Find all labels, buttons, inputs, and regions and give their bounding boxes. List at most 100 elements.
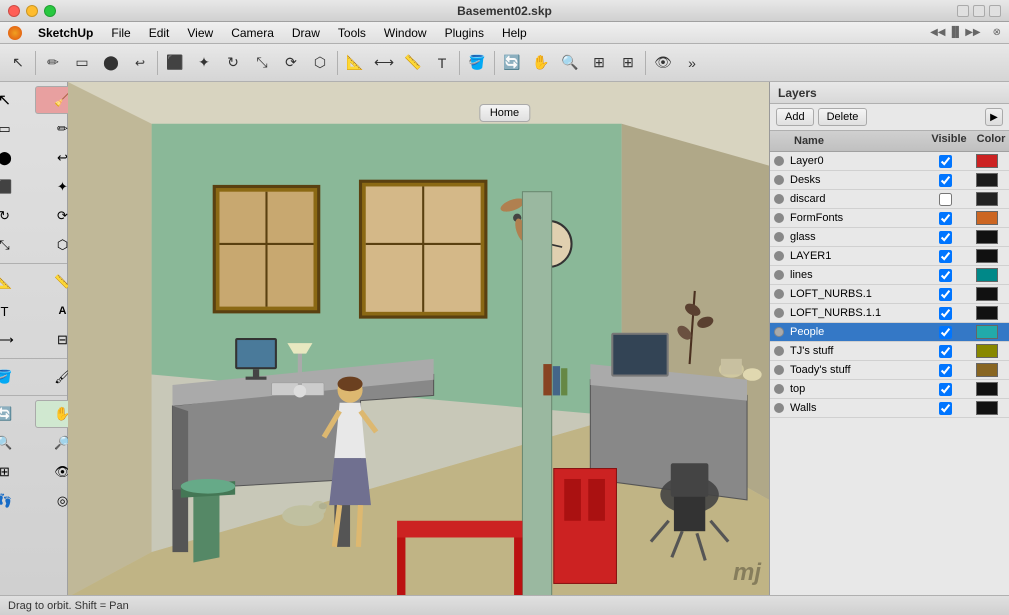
tool-followme[interactable]: ⟳ <box>277 49 305 77</box>
tool-more[interactable]: » <box>678 49 706 77</box>
layer-visible-checkbox[interactable] <box>939 402 952 415</box>
layer-row[interactable]: LOFT_NURBS.1 <box>770 285 1009 304</box>
layer-row[interactable]: Layer0 <box>770 152 1009 171</box>
tool-offset[interactable]: ⬡ <box>306 49 334 77</box>
menu-edit[interactable]: Edit <box>141 24 178 42</box>
delete-layer-button[interactable]: Delete <box>818 108 868 126</box>
layer-color-swatch[interactable] <box>976 401 998 415</box>
layer-color-swatch[interactable] <box>976 306 998 320</box>
tool-pencil[interactable]: ✏ <box>39 49 67 77</box>
layer-color-swatch[interactable] <box>976 154 998 168</box>
layer-color-swatch[interactable] <box>976 211 998 225</box>
lt-foot[interactable]: 👣 <box>0 487 33 515</box>
layer-visible-checkbox[interactable] <box>939 383 952 396</box>
lt-rotate[interactable]: ↻ <box>0 202 33 230</box>
layer-row[interactable]: People <box>770 323 1009 342</box>
lt-select[interactable]: ↖ <box>0 86 33 114</box>
tool-arc[interactable]: ↩ <box>126 49 154 77</box>
tool-scale[interactable]: ⤡ <box>248 49 276 77</box>
lt-orbit[interactable]: 🔄 <box>0 400 33 428</box>
layer-row[interactable]: LOFT_NURBS.1.1 <box>770 304 1009 323</box>
tool-tape[interactable]: 📐 <box>341 49 369 77</box>
menu-view[interactable]: View <box>179 24 221 42</box>
menu-window[interactable]: Window <box>376 24 435 42</box>
layer-color-swatch[interactable] <box>976 173 998 187</box>
layer-visible-checkbox[interactable] <box>939 212 952 225</box>
window-ctrl-2[interactable] <box>973 5 985 17</box>
tool-zoomextents[interactable]: ⊞ <box>585 49 613 77</box>
layer-row[interactable]: FormFonts <box>770 209 1009 228</box>
menu-tools[interactable]: Tools <box>330 24 374 42</box>
window-ctrl-1[interactable] <box>957 5 969 17</box>
layer-visible-checkbox[interactable] <box>939 231 952 244</box>
menu-file[interactable]: File <box>103 24 138 42</box>
tool-prev-next[interactable]: ⊞ <box>614 49 642 77</box>
layer-row[interactable]: TJ's stuff <box>770 342 1009 361</box>
lt-zoom[interactable]: 🔍 <box>0 429 33 457</box>
lt-circle[interactable]: ⬤ <box>0 144 33 172</box>
tool-dimension[interactable]: ⟷ <box>370 49 398 77</box>
menu-camera[interactable]: Camera <box>223 24 282 42</box>
layer-color-swatch[interactable] <box>976 230 998 244</box>
lt-dimension[interactable]: ⟷ <box>0 326 33 354</box>
layer-row[interactable]: Walls <box>770 399 1009 418</box>
tool-pan[interactable]: ✋ <box>527 49 555 77</box>
layer-visible-checkbox[interactable] <box>939 307 952 320</box>
tool-select[interactable]: ↖ <box>4 49 32 77</box>
layer-visible-checkbox[interactable] <box>939 193 952 206</box>
layer-row[interactable]: Toady's stuff <box>770 361 1009 380</box>
minimize-button[interactable] <box>26 5 38 17</box>
add-layer-button[interactable]: Add <box>776 108 814 126</box>
lt-pushpull[interactable]: ⬛ <box>0 173 33 201</box>
layer-row[interactable]: Desks <box>770 171 1009 190</box>
tool-zoom[interactable]: 🔍 <box>556 49 584 77</box>
layer-color-swatch[interactable] <box>976 344 998 358</box>
layer-row[interactable]: LAYER1 <box>770 247 1009 266</box>
maximize-button[interactable] <box>44 5 56 17</box>
layer-visible-checkbox[interactable] <box>939 288 952 301</box>
lt-tape[interactable]: 📐 <box>0 268 33 296</box>
layer-visible-checkbox[interactable] <box>939 345 952 358</box>
tool-move[interactable]: ✦ <box>190 49 218 77</box>
layer-color-swatch[interactable] <box>976 325 998 339</box>
layer-row[interactable]: discard <box>770 190 1009 209</box>
lt-text[interactable]: T <box>0 297 33 325</box>
layer-color-swatch[interactable] <box>976 192 998 206</box>
tool-paint[interactable]: 🪣 <box>463 49 491 77</box>
layer-row[interactable]: top <box>770 380 1009 399</box>
layers-nav-button[interactable]: ▶ <box>985 108 1003 126</box>
tool-rotate[interactable]: ↻ <box>219 49 247 77</box>
menu-help[interactable]: Help <box>494 24 535 42</box>
layer-color-swatch[interactable] <box>976 287 998 301</box>
layer-row[interactable]: lines <box>770 266 1009 285</box>
layer-row[interactable]: glass <box>770 228 1009 247</box>
tool-protractor[interactable]: 📏 <box>399 49 427 77</box>
tool-text[interactable]: T <box>428 49 456 77</box>
tool-pushpull[interactable]: ⬛ <box>161 49 189 77</box>
lt-scale[interactable]: ⤡ <box>0 231 33 259</box>
layer-visible-checkbox[interactable] <box>939 326 952 339</box>
viewport[interactable]: mj <box>68 82 769 595</box>
layer-visible-checkbox[interactable] <box>939 269 952 282</box>
menu-draw[interactable]: Draw <box>284 24 328 42</box>
tool-circle[interactable]: ⬤ <box>97 49 125 77</box>
home-button[interactable]: Home <box>479 104 530 122</box>
layer-visible-checkbox[interactable] <box>939 364 952 377</box>
tool-orbit[interactable]: 🔄 <box>498 49 526 77</box>
layer-visible-checkbox[interactable] <box>939 250 952 263</box>
window-ctrl-3[interactable] <box>989 5 1001 17</box>
tool-rectangle[interactable]: ▭ <box>68 49 96 77</box>
lt-zoomext[interactable]: ⊞ <box>0 458 33 486</box>
menu-plugins[interactable]: Plugins <box>437 24 492 42</box>
layer-visible-checkbox[interactable] <box>939 155 952 168</box>
layer-color-swatch[interactable] <box>976 382 998 396</box>
lt-paint[interactable]: 🪣 <box>0 363 33 391</box>
lt-rectangle[interactable]: ▭ <box>0 115 33 143</box>
tool-walkthrough[interactable]: 👁 <box>649 49 677 77</box>
layer-color-swatch[interactable] <box>976 249 998 263</box>
close-button[interactable] <box>8 5 20 17</box>
menu-sketchup[interactable]: SketchUp <box>30 24 101 42</box>
layer-color-swatch[interactable] <box>976 363 998 377</box>
layer-color-swatch[interactable] <box>976 268 998 282</box>
layer-visible-checkbox[interactable] <box>939 174 952 187</box>
